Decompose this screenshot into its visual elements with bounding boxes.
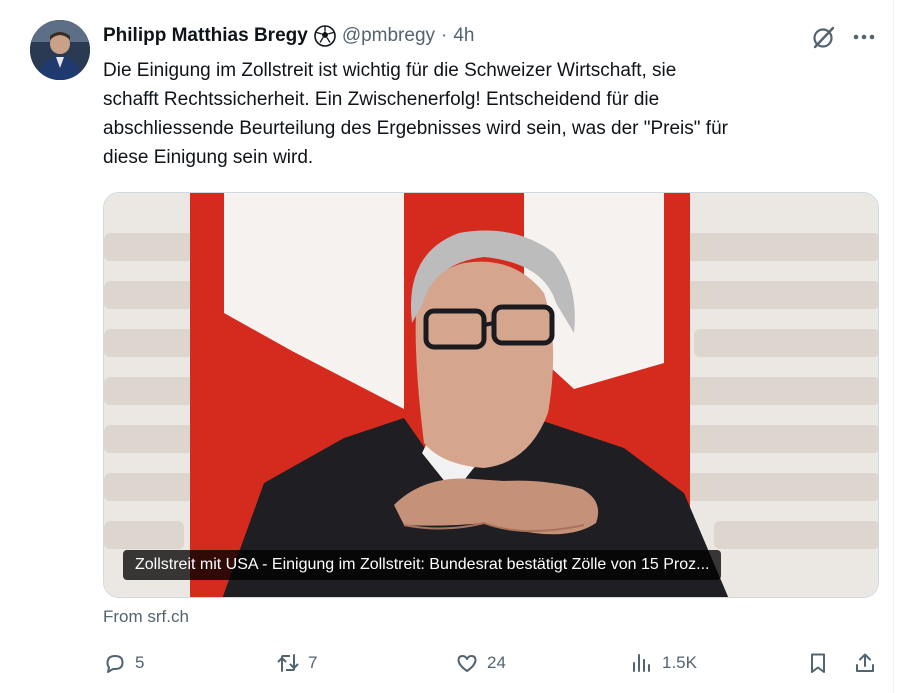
bookmark-button[interactable]: [806, 648, 830, 678]
tweet-line: diese Einigung sein wird.: [103, 147, 314, 168]
avatar-photo: [30, 20, 90, 80]
timeline-border: [893, 0, 900, 693]
avatar[interactable]: [30, 20, 90, 80]
tweet-line: schafft Rechtssicherheit. Ein Zwischener…: [103, 89, 660, 110]
tweet-line: Die Einigung im Zollstreit ist wichtig f…: [103, 60, 677, 81]
more-icon[interactable]: [849, 24, 879, 50]
views-icon: [633, 654, 650, 672]
author-handle[interactable]: @pmbregy: [342, 25, 435, 47]
tweet-text: Die Einigung im Zollstreit ist wichtig f…: [103, 56, 873, 172]
like-count: 24: [487, 653, 506, 672]
link-card-image[interactable]: [103, 192, 879, 598]
timestamp[interactable]: 4h: [453, 25, 474, 47]
views-button[interactable]: 1.5K: [630, 648, 697, 678]
reply-icon: [106, 655, 124, 673]
soccer-ball-icon: [314, 25, 336, 47]
share-button[interactable]: [853, 648, 877, 678]
press-conference-photo: [104, 193, 878, 597]
grok-icon[interactable]: [811, 24, 837, 50]
link-source[interactable]: From srf.ch: [103, 607, 189, 627]
retweet-icon: [277, 654, 299, 672]
retweet-count: 7: [308, 653, 318, 672]
heart-icon: [457, 655, 477, 672]
bookmark-icon: [811, 653, 825, 673]
author-name[interactable]: Philipp Matthias Bregy: [103, 25, 308, 47]
like-button[interactable]: 24: [455, 648, 506, 678]
separator-dot: ·: [441, 25, 448, 46]
reply-count: 5: [135, 653, 145, 672]
view-count: 1.5K: [662, 653, 697, 672]
tweet-header: Philipp Matthias Bregy @pmbregy · 4h: [103, 22, 475, 50]
reply-button[interactable]: 5: [103, 648, 144, 678]
link-card-caption[interactable]: Zollstreit mit USA - Einigung im Zollstr…: [123, 550, 722, 580]
retweet-button[interactable]: 7: [276, 648, 317, 678]
tweet-line: abschliessende Beurteilung des Ergebniss…: [103, 118, 728, 139]
share-icon: [856, 653, 874, 672]
